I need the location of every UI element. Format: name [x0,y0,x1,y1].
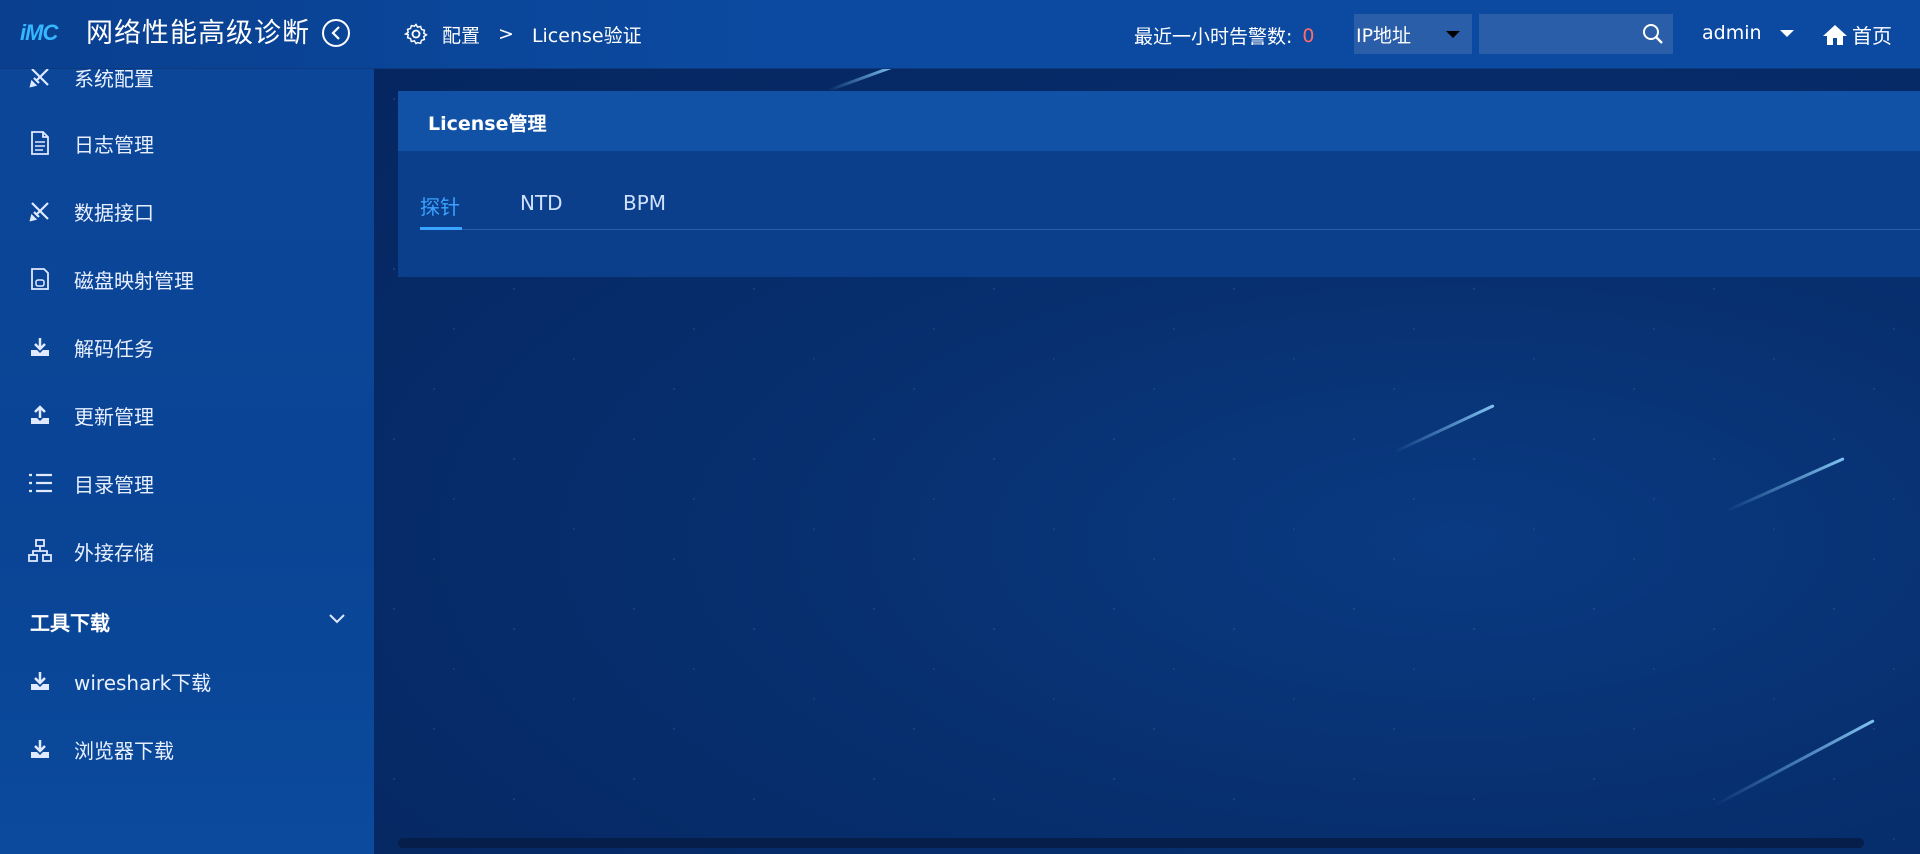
breadcrumb-config[interactable]: 配置 [442,21,480,48]
license-tabs: 探针 NTD BPM [420,191,1920,231]
tab-bpm[interactable]: BPM [623,191,666,215]
search-icon[interactable] [1641,22,1665,50]
sidebar-item-decode-task[interactable]: 解码任务 [0,321,374,373]
alarm-label: 最近一小时告警数: [1134,26,1293,48]
user-menu[interactable]: admin [1702,22,1794,44]
tools-icon [28,69,52,89]
sidebar-item-label: 更新管理 [74,404,154,429]
document-icon [28,131,52,155]
tab-label: BPM [623,191,667,215]
card-title: License管理 [428,113,547,135]
home-link[interactable]: 首页 [1822,20,1892,49]
download-icon [28,335,52,359]
home-label: 首页 [1852,24,1892,48]
upload-icon [28,403,52,427]
sidebar-item-external-storage[interactable]: 外接存储 [0,525,374,577]
breadcrumb: 配置 > License验证 [404,20,642,48]
license-card: License管理 探针 NTD BPM [398,91,1920,277]
network-icon [28,539,52,563]
alarm-count[interactable]: 0 [1302,25,1314,47]
main-content: License管理 探针 NTD BPM [374,69,1920,854]
sidebar-item-label: 系统配置 [74,69,154,91]
collapse-sidebar-button[interactable] [322,19,350,47]
tab-ntd[interactable]: NTD [520,191,563,215]
username: admin [1702,22,1762,44]
sidebar-item-label: 解码任务 [74,336,154,361]
search-input[interactable] [1479,14,1639,54]
sidebar-item-label: 数据接口 [74,200,154,225]
gear-icon [404,22,428,46]
card-header: License管理 [398,91,1920,151]
active-tab-indicator [420,227,462,230]
breadcrumb-separator: > [498,23,514,45]
breadcrumb-license: License验证 [531,24,642,47]
sidebar-item-update-management[interactable]: 更新管理 [0,389,374,441]
sidebar-item-label: wireshark下载 [74,670,212,695]
list-icon [28,471,52,495]
ip-select-value: IP地址 [1356,24,1412,47]
sidebar-item-wireshark-download[interactable]: wireshark下载 [0,655,374,707]
ip-type-select[interactable]: IP地址 [1354,14,1472,54]
sidebar-item-label: 日志管理 [74,132,154,157]
caret-down-icon [1446,31,1460,38]
sidebar: 系统配置 日志管理 数据接口 磁盘映射管理 解码任务 更新管理 目录管理 外接存… [0,69,374,854]
sidebar-item-label: 磁盘映射管理 [74,268,194,293]
tab-divider [420,229,1920,230]
sidebar-item-system-config[interactable]: 系统配置 [0,69,374,103]
tools-icon [28,199,52,223]
sidebar-item-disk-mapping[interactable]: 磁盘映射管理 [0,253,374,305]
caret-down-icon [1779,29,1794,37]
logo: iMC [20,20,58,45]
sidebar-item-label: 浏览器下载 [74,738,174,763]
sidebar-group-tool-download[interactable]: 工具下载 [0,595,374,647]
home-icon [1823,24,1847,45]
sidebar-item-label: 外接存储 [74,540,154,565]
download-icon [28,737,52,761]
download-icon [28,669,52,693]
horizontal-scrollbar[interactable] [398,838,1864,848]
chevron-down-icon [329,614,345,624]
sidebar-group-label: 工具下载 [30,610,110,635]
search-box [1479,14,1673,54]
alarm-summary: 最近一小时告警数: 0 [1134,22,1315,49]
sidebar-item-directory-management[interactable]: 目录管理 [0,457,374,509]
app-title: 网络性能高级诊断 [86,18,310,49]
tab-label: 探针 [420,195,460,219]
sd-card-icon [28,267,52,291]
tab-probe[interactable]: 探针 [420,191,462,230]
sidebar-item-label: 目录管理 [74,472,154,497]
sidebar-item-browser-download[interactable]: 浏览器下载 [0,723,374,775]
sidebar-item-data-interface[interactable]: 数据接口 [0,185,374,237]
sidebar-item-log-management[interactable]: 日志管理 [0,117,374,169]
tab-label: NTD [520,191,563,215]
chevron-left-icon [331,26,340,40]
top-bar: iMC 网络性能高级诊断 配置 > License验证 最近一小时告警数: 0 … [0,0,1920,69]
